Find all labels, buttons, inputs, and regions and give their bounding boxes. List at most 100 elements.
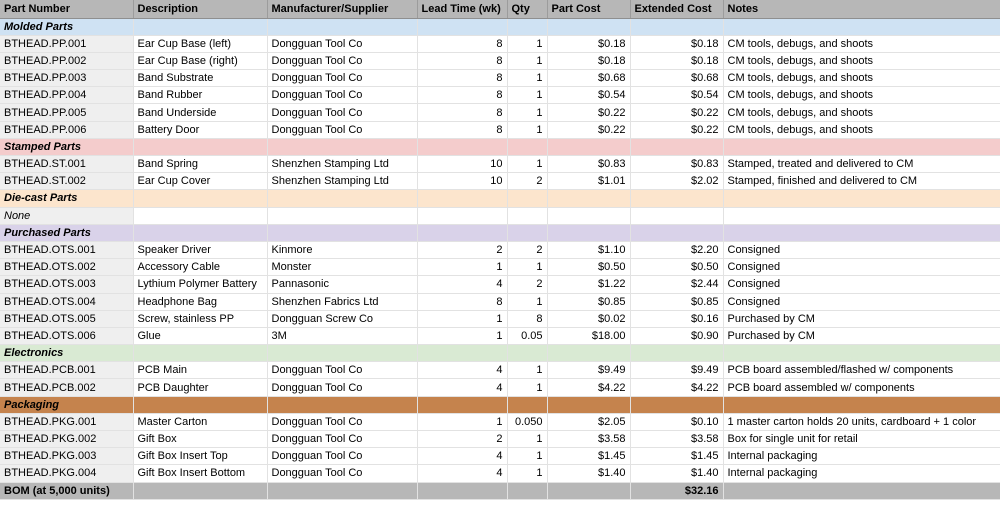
cell[interactable]: 2 — [417, 241, 508, 260]
cell[interactable]: $2.02 — [630, 172, 724, 191]
cell[interactable]: Dongguan Tool Co — [267, 121, 418, 139]
section-cell[interactable] — [267, 396, 418, 414]
cell-part-number[interactable]: BTHEAD.OTS.006 — [0, 327, 134, 346]
column-header-part-number[interactable]: Part Number — [0, 0, 134, 19]
cell[interactable]: 3M — [267, 327, 418, 346]
cell[interactable]: $0.22 — [547, 121, 631, 139]
cell[interactable]: Master Carton — [133, 413, 268, 432]
cell[interactable]: $1.40 — [630, 464, 724, 483]
cell[interactable]: CM tools, debugs, and shoots — [723, 86, 1000, 105]
cell[interactable]: Dongguan Tool Co — [267, 35, 418, 53]
cell[interactable]: 4 — [417, 447, 508, 466]
cell[interactable]: Lythium Polymer Battery — [133, 275, 268, 294]
cell-part-number[interactable]: BTHEAD.PP.004 — [0, 86, 134, 105]
cell-part-number[interactable]: BTHEAD.OTS.003 — [0, 275, 134, 294]
cell[interactable]: CM tools, debugs, and shoots — [723, 35, 1000, 53]
cell-part-number[interactable]: BTHEAD.PP.005 — [0, 103, 134, 122]
cell[interactable]: 1 — [507, 35, 548, 53]
cell[interactable]: Dongguan Tool Co — [267, 361, 418, 380]
cell[interactable]: $9.49 — [547, 361, 631, 380]
section-cell[interactable] — [507, 396, 548, 414]
section-cell[interactable] — [507, 189, 548, 208]
section-cell[interactable] — [267, 189, 418, 208]
cell[interactable]: $1.01 — [547, 172, 631, 191]
section-cell[interactable] — [723, 344, 1000, 363]
section-cell[interactable] — [723, 396, 1000, 414]
section-cell[interactable] — [267, 138, 418, 157]
cell[interactable] — [507, 207, 548, 225]
column-header-lead-time[interactable]: Lead Time (wk) — [417, 0, 508, 19]
cell-part-number[interactable]: BTHEAD.PCB.002 — [0, 378, 134, 397]
cell[interactable] — [417, 207, 508, 225]
cell[interactable]: Shenzhen Fabrics Ltd — [267, 293, 418, 311]
cell[interactable]: Dongguan Tool Co — [267, 413, 418, 432]
cell[interactable]: 2 — [507, 172, 548, 191]
cell[interactable]: $4.22 — [547, 378, 631, 397]
section-cell[interactable] — [630, 396, 724, 414]
section-cell[interactable] — [417, 224, 508, 242]
cell[interactable]: $0.83 — [630, 155, 724, 174]
cell-part-number[interactable]: BTHEAD.ST.001 — [0, 155, 134, 174]
cell[interactable]: 8 — [417, 293, 508, 311]
cell[interactable]: Dongguan Screw Co — [267, 310, 418, 328]
section-cell[interactable] — [417, 344, 508, 363]
cell[interactable]: Box for single unit for retail — [723, 430, 1000, 449]
cell[interactable]: Stamped, treated and delivered to CM — [723, 155, 1000, 174]
cell[interactable]: Kinmore — [267, 241, 418, 260]
cell[interactable]: $1.22 — [547, 275, 631, 294]
cell[interactable]: Screw, stainless PP — [133, 310, 268, 328]
cell[interactable]: $0.18 — [630, 35, 724, 53]
cell[interactable]: 1 — [507, 121, 548, 139]
section-label-molded-parts[interactable]: Molded Parts — [0, 18, 134, 36]
section-cell[interactable] — [417, 189, 508, 208]
cell[interactable]: $18.00 — [547, 327, 631, 346]
cell[interactable]: Consigned — [723, 258, 1000, 277]
cell[interactable]: 8 — [417, 69, 508, 88]
section-cell[interactable] — [267, 344, 418, 363]
cell[interactable]: Shenzhen Stamping Ltd — [267, 155, 418, 174]
cell[interactable]: $0.18 — [630, 52, 724, 71]
section-cell[interactable] — [630, 224, 724, 242]
cell[interactable]: $0.90 — [630, 327, 724, 346]
cell[interactable] — [723, 207, 1000, 225]
cell[interactable]: 0.05 — [507, 327, 548, 346]
column-header-part-cost[interactable]: Part Cost — [547, 0, 631, 19]
cell[interactable]: $0.10 — [630, 413, 724, 432]
cell[interactable]: 2 — [507, 241, 548, 260]
section-cell[interactable] — [547, 189, 631, 208]
total-cell[interactable] — [723, 482, 1000, 500]
section-label-stamped-parts[interactable]: Stamped Parts — [0, 138, 134, 157]
none-label[interactable]: None — [0, 207, 134, 225]
cell-part-number[interactable]: BTHEAD.PP.002 — [0, 52, 134, 71]
cell[interactable]: Purchased by CM — [723, 327, 1000, 346]
section-cell[interactable] — [547, 18, 631, 36]
section-cell[interactable] — [630, 344, 724, 363]
cell[interactable]: 1 — [507, 86, 548, 105]
cell[interactable]: PCB Daughter — [133, 378, 268, 397]
cell[interactable]: Dongguan Tool Co — [267, 464, 418, 483]
cell[interactable]: Speaker Driver — [133, 241, 268, 260]
cell[interactable]: CM tools, debugs, and shoots — [723, 69, 1000, 88]
cell[interactable]: Monster — [267, 258, 418, 277]
section-label-purchased-parts[interactable]: Purchased Parts — [0, 224, 134, 242]
cell[interactable]: CM tools, debugs, and shoots — [723, 52, 1000, 71]
cell[interactable]: $0.54 — [630, 86, 724, 105]
cell[interactable] — [133, 207, 268, 225]
section-cell[interactable] — [547, 224, 631, 242]
cell-part-number[interactable]: BTHEAD.PKG.001 — [0, 413, 134, 432]
cell[interactable]: $0.02 — [547, 310, 631, 328]
cell[interactable]: 8 — [417, 52, 508, 71]
section-cell[interactable] — [547, 344, 631, 363]
cell[interactable]: Gift Box Insert Bottom — [133, 464, 268, 483]
section-cell[interactable] — [547, 396, 631, 414]
cell[interactable]: Dongguan Tool Co — [267, 103, 418, 122]
cell[interactable]: Purchased by CM — [723, 310, 1000, 328]
cell[interactable]: $0.68 — [630, 69, 724, 88]
cell[interactable]: Dongguan Tool Co — [267, 86, 418, 105]
cell[interactable]: PCB Main — [133, 361, 268, 380]
cell[interactable]: $9.49 — [630, 361, 724, 380]
cell[interactable]: Headphone Bag — [133, 293, 268, 311]
cell[interactable]: 1 — [417, 327, 508, 346]
cell[interactable] — [630, 207, 724, 225]
cell[interactable]: $1.45 — [547, 447, 631, 466]
